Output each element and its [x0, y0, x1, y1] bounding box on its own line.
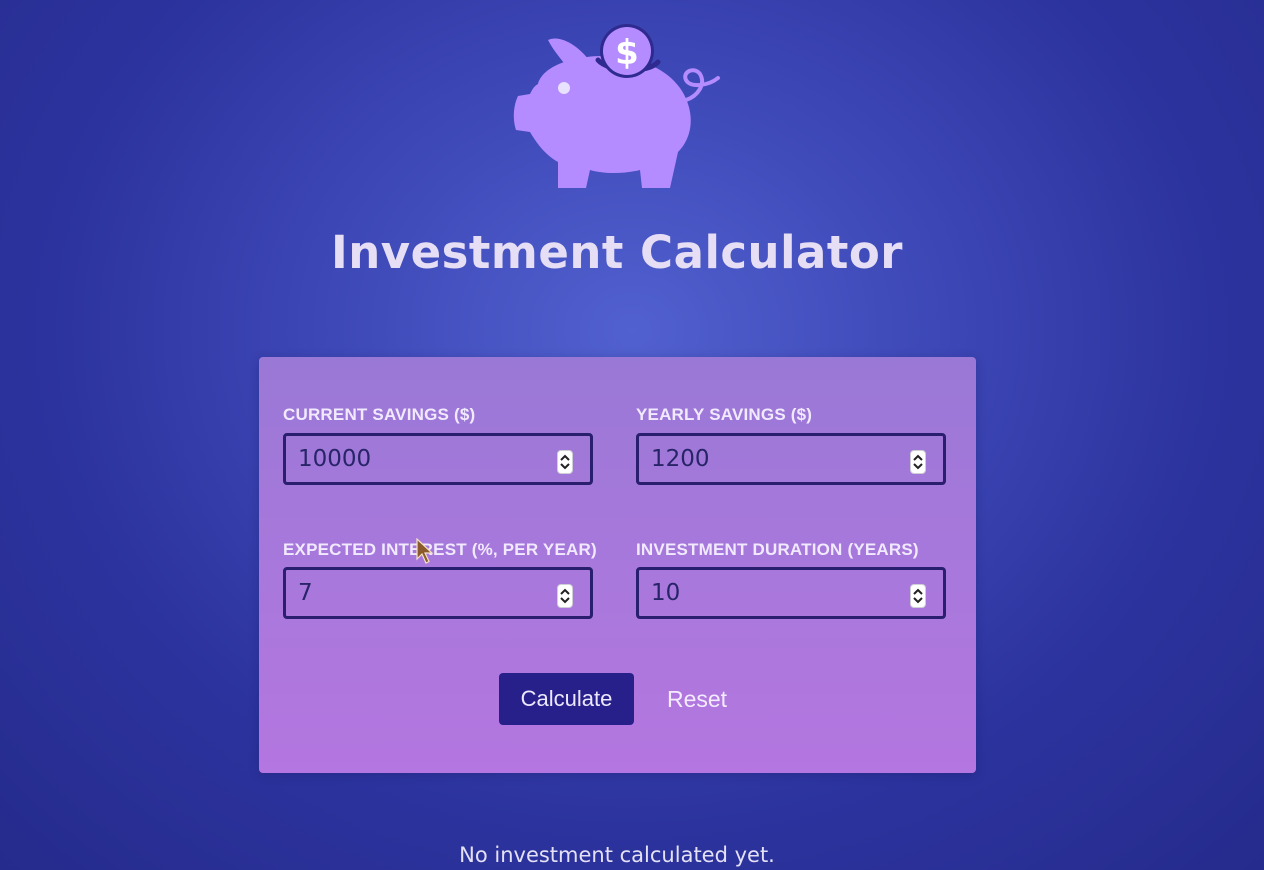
reset-button[interactable]: Reset [652, 673, 742, 725]
mouse-cursor-icon [416, 538, 434, 564]
investment-duration-input[interactable] [651, 570, 901, 616]
stepper-arrows-icon [913, 454, 923, 470]
expected-interest-label: EXPECTED INTEREST (%, PER YEAR) [283, 540, 597, 559]
stepper-arrows-icon [913, 588, 923, 604]
current-savings-label: CURRENT SAVINGS ($) [283, 405, 476, 424]
investment-duration-stepper[interactable] [910, 584, 926, 608]
expected-interest-input[interactable] [298, 570, 548, 616]
yearly-savings-input[interactable] [651, 436, 901, 482]
page-title: Investment Calculator [331, 226, 903, 279]
investment-duration-field[interactable] [636, 567, 946, 619]
results-empty-message: No investment calculated yet. [459, 843, 775, 867]
expected-interest-field[interactable] [283, 567, 593, 619]
yearly-savings-stepper[interactable] [910, 450, 926, 474]
yearly-savings-field[interactable] [636, 433, 946, 485]
current-savings-field[interactable] [283, 433, 593, 485]
current-savings-stepper[interactable] [557, 450, 573, 474]
piggy-bank-logo-icon: $ [513, 24, 720, 188]
svg-text:$: $ [615, 33, 639, 73]
stepper-arrows-icon [560, 588, 570, 604]
calculate-button[interactable]: Calculate [499, 673, 634, 725]
stepper-arrows-icon [560, 454, 570, 470]
expected-interest-stepper[interactable] [557, 584, 573, 608]
current-savings-input[interactable] [298, 436, 548, 482]
yearly-savings-label: YEARLY SAVINGS ($) [636, 405, 813, 424]
investment-duration-label: INVESTMENT DURATION (YEARS) [636, 540, 919, 559]
